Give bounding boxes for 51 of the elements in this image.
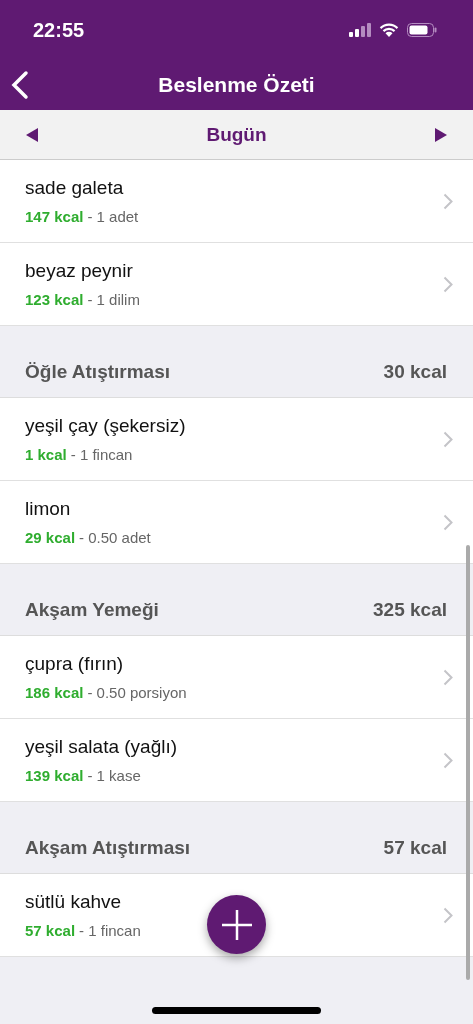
battery-icon — [407, 23, 437, 37]
chevron-icon — [443, 906, 453, 924]
food-name: çupra (fırın) — [25, 653, 125, 675]
meal-total: 57 kcal — [383, 837, 447, 859]
food-row[interactable]: sütlü kahve 57 kcal - 1 fincan — [0, 874, 473, 957]
food-amount: - 0.50 adet — [79, 529, 151, 546]
food-calories: 29 kcal — [25, 529, 76, 546]
food-amount: - 1 adet — [87, 208, 139, 225]
food-name: yeşil salata (yağlı) — [25, 736, 179, 758]
chevron-icon — [443, 751, 453, 769]
food-calories: 147 kcal — [25, 208, 84, 225]
food-amount: - 1 kase — [87, 767, 141, 784]
chevron-icon — [443, 192, 453, 210]
chevron-icon — [443, 430, 453, 448]
wifi-icon — [379, 23, 399, 37]
food-name: limon — [25, 498, 72, 520]
food-name: beyaz peynir — [25, 260, 134, 282]
chevron-icon — [443, 513, 453, 531]
meal-title: Akşam Atıştırması — [25, 837, 191, 859]
food-name: yeşil çay (şekersiz) — [25, 415, 187, 437]
food-row[interactable]: çupra (fırın) 186 kcal - 0.50 porsiyon — [0, 636, 473, 719]
food-name: sütlü kahve — [25, 891, 123, 913]
meal-total: 30 kcal — [383, 361, 447, 383]
food-calories: 57 kcal — [25, 922, 76, 939]
food-row[interactable]: yeşil çay (şekersiz) 1 kcal - 1 fincan — [0, 398, 473, 481]
food-row[interactable]: yeşil salata (yağlı) 139 kcal - 1 kase — [0, 719, 473, 802]
food-row[interactable]: limon 29 kcal - 0.50 adet — [0, 481, 473, 564]
food-calories: 186 kcal — [25, 684, 84, 701]
food-amount: - 1 dilim — [87, 291, 140, 308]
meal-title: Öğle Atıştırması — [25, 361, 170, 383]
screen-title: Beslenme Özeti — [158, 73, 315, 97]
food-amount: - 0.50 porsiyon — [87, 684, 187, 701]
plus-icon — [220, 908, 253, 941]
meal-title: Akşam Yemeği — [25, 599, 159, 621]
back-button[interactable] — [10, 70, 30, 100]
food-name: sade galeta — [25, 177, 125, 199]
food-row[interactable]: beyaz peynir 123 kcal - 1 dilim — [0, 243, 473, 326]
next-day-button[interactable] — [435, 127, 447, 142]
food-calories: 123 kcal — [25, 291, 84, 308]
date-label: Bugün — [206, 123, 267, 146]
status-time: 22:55 — [33, 18, 85, 42]
chevron-icon — [443, 275, 453, 293]
food-amount: - 1 fincan — [70, 446, 133, 463]
food-amount: - 1 fincan — [79, 922, 141, 939]
food-calories: 139 kcal — [25, 767, 84, 784]
meal-total: 325 kcal — [373, 599, 447, 621]
chevron-icon — [443, 668, 453, 686]
food-row[interactable]: sade galeta 147 kcal - 1 adet — [0, 160, 473, 243]
previous-day-button[interactable] — [26, 127, 38, 142]
signal-icon — [349, 23, 371, 37]
food-calories: 1 kcal — [25, 446, 67, 463]
